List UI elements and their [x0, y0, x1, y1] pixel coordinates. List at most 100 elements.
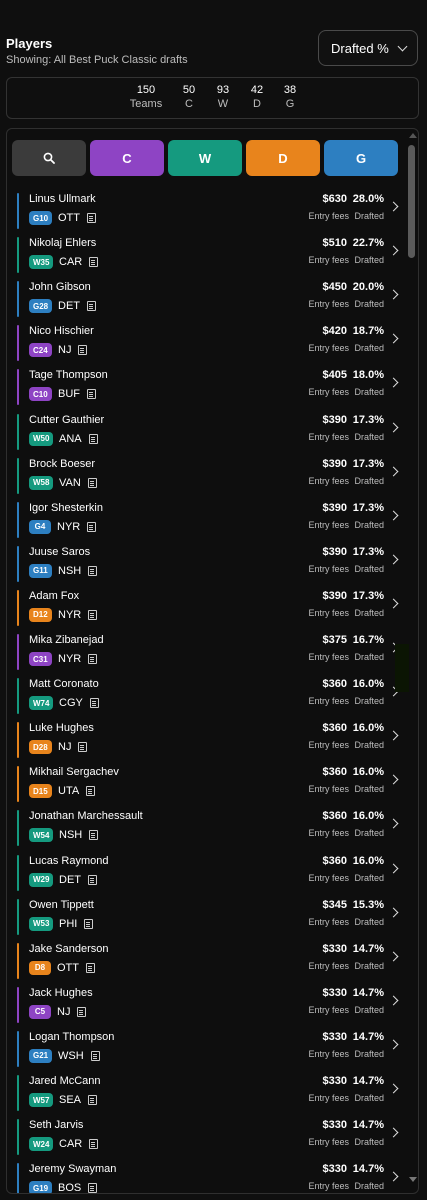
drafted-percent-value: 14.7% [352, 1119, 384, 1132]
entry-fee-value: $420 [322, 325, 347, 338]
player-notes-icon[interactable] [88, 654, 97, 664]
drafted-percent-value: 17.3% [352, 501, 384, 514]
chevron-right-icon[interactable] [388, 951, 399, 962]
chevron-right-icon[interactable] [388, 1171, 399, 1182]
player-name: Adam Fox [29, 589, 80, 602]
player-notes-icon[interactable] [88, 477, 97, 488]
tab-g[interactable]: G [324, 140, 398, 176]
search-icon [43, 152, 55, 164]
player-notes-icon[interactable] [87, 213, 96, 223]
chevron-right-icon[interactable] [388, 598, 399, 609]
player-notes-icon[interactable] [87, 301, 96, 312]
chevron-right-icon[interactable] [388, 1127, 399, 1138]
entry-fees-label: Entry fees [308, 960, 349, 971]
player-notes-icon[interactable] [90, 698, 99, 709]
player-name: Jared McCann [29, 1075, 101, 1087]
player-notes-icon[interactable] [87, 389, 96, 400]
draft-stats: 150 Teams 50 C 93 W 42 D 38 G [6, 77, 419, 119]
player-row[interactable]: Brock Boeser W58 VAN $390 Entry fees 17.3% Dra… [17, 454, 403, 498]
player-row[interactable]: Mikhail Sergachev D15 UTA $360 Entry fees 16.… [17, 762, 403, 806]
scrollbar-thumb[interactable] [408, 145, 415, 258]
drafted-label: Drafted [354, 563, 384, 574]
player-row[interactable]: Seth Jarvis W24 CAR $330 Entry fees 14.7% Draf… [17, 1115, 403, 1159]
chevron-right-icon[interactable] [388, 730, 399, 741]
chevron-right-icon[interactable] [388, 995, 399, 1006]
player-notes-icon[interactable] [78, 742, 87, 753]
chevron-right-icon[interactable] [388, 422, 399, 432]
player-notes-icon[interactable] [91, 1050, 100, 1061]
player-row[interactable]: Jack Hughes C5 NJ $330 Entry fees 14.7% Drafte… [17, 983, 403, 1027]
player-notes-icon[interactable] [88, 874, 97, 885]
tab-d[interactable]: D [246, 140, 320, 176]
player-row[interactable]: John Gibson G28 DET $450 Entry fees 20.0% Draf… [17, 277, 403, 321]
position-color-bar [17, 942, 19, 979]
player-row[interactable]: Juuse Saros G11 NSH $390 Entry fees 17.3% Draf… [17, 542, 403, 586]
player-row[interactable]: Mika Zibanejad C31 NYR $375 Entry fees 16.7% D… [17, 630, 403, 674]
player-row[interactable]: Matt Coronato W74 CGY $360 Entry fees 16.0% Dr… [17, 674, 403, 718]
player-notes-icon[interactable] [89, 830, 98, 841]
chevron-right-icon[interactable] [388, 333, 399, 344]
player-notes-icon[interactable] [77, 1006, 86, 1017]
player-row[interactable]: Tage Thompson C10 BUF $405 Entry fees 18.0% Dr… [17, 365, 403, 409]
position-rank-badge: W54 [29, 828, 54, 843]
player-row[interactable]: Cutter Gauthier W50 ANA $390 Entry fees 17.3%… [17, 410, 403, 454]
drafted-percent-value: 14.7% [352, 1163, 384, 1176]
player-row[interactable]: Igor Shesterkin G4 NYR $390 Entry fees 17.3% D… [17, 498, 403, 542]
player-row[interactable]: Jeremy Swayman G19 BOS $330 Entry fees 14.7% D… [17, 1159, 403, 1193]
drafted-percent-value: 16.0% [352, 810, 384, 823]
chevron-right-icon[interactable] [388, 554, 399, 565]
position-rank-badge: W50 [29, 431, 54, 446]
player-name: Logan Thompson [29, 1030, 115, 1043]
chevron-right-icon[interactable] [388, 818, 399, 829]
chevron-right-icon[interactable] [388, 289, 399, 300]
player-row[interactable]: Owen Tippett W53 PHI $345 Entry fees 15.3% Dra… [17, 895, 403, 939]
chevron-right-icon[interactable] [388, 510, 399, 521]
scroll-up-arrow-icon[interactable] [409, 133, 417, 138]
player-notes-icon[interactable] [88, 1095, 97, 1105]
chevron-right-icon[interactable] [388, 201, 399, 212]
player-notes-icon[interactable] [89, 257, 98, 268]
player-notes-icon[interactable] [86, 786, 95, 797]
sort-dropdown[interactable]: Drafted % [318, 30, 418, 66]
drafted-percent-value: 16.0% [352, 722, 384, 735]
tab-c[interactable]: C [90, 140, 164, 176]
player-row[interactable]: Jake Sanderson D8 OTT $330 Entry fees 14.7% Dr… [17, 939, 403, 983]
chevron-right-icon[interactable] [388, 1083, 399, 1094]
tab-w[interactable]: W [168, 140, 242, 176]
player-row[interactable]: Linus Ullmark G10 OTT $630 Entry fees 28.0% Dr… [17, 189, 403, 233]
player-notes-icon[interactable] [89, 1139, 98, 1150]
position-color-bar [17, 545, 19, 582]
player-notes-icon[interactable] [88, 565, 97, 576]
player-row[interactable]: Lucas Raymond W29 DET $360 Entry fees 16.0% Dr… [17, 851, 403, 895]
player-row[interactable]: Nico Hischier C24 NJ $420 Entry fees 18.7% Dra… [17, 321, 403, 365]
team-abbr: ANA [59, 432, 82, 445]
entry-fee-value: $330 [322, 1030, 347, 1043]
team-abbr: NJ [58, 344, 72, 357]
player-notes-icon[interactable] [88, 609, 97, 620]
page-title: Players [6, 36, 53, 51]
player-notes-icon[interactable] [87, 521, 96, 532]
player-row[interactable]: Jared McCann W57 SEA $330 Entry fees 14.7% Dra… [17, 1071, 403, 1115]
player-row[interactable]: Luke Hughes D28 NJ $360 Entry fees 16.0% Draft… [17, 718, 403, 762]
player-row[interactable]: Jonathan Marchessault W54 NSH $360 Entry fee… [17, 806, 403, 850]
player-notes-icon[interactable] [89, 433, 98, 444]
chevron-right-icon[interactable] [388, 1039, 399, 1050]
drafted-percent-value: 17.3% [352, 545, 384, 558]
team-abbr: NSH [58, 564, 82, 577]
entry-fees-label: Entry fees [308, 828, 349, 839]
tab-search[interactable] [12, 140, 86, 176]
player-row[interactable]: Logan Thompson G21 WSH $330 Entry fees 14.7% D… [17, 1027, 403, 1071]
player-row[interactable]: Nikolaj Ehlers W35 CAR $510 Entry fees 22.7% D… [17, 233, 403, 277]
player-row[interactable]: Adam Fox D12 NYR $390 Entry fees 17.3% Drafted [17, 586, 403, 630]
scroll-down-arrow-icon[interactable] [409, 1177, 417, 1182]
chevron-right-icon[interactable] [388, 377, 399, 388]
player-notes-icon[interactable] [84, 918, 93, 929]
player-notes-icon[interactable] [88, 1183, 97, 1193]
player-notes-icon[interactable] [86, 962, 95, 973]
chevron-right-icon[interactable] [388, 907, 399, 918]
chevron-right-icon[interactable] [388, 863, 399, 873]
chevron-right-icon[interactable] [388, 245, 399, 256]
chevron-right-icon[interactable] [388, 774, 399, 785]
player-notes-icon[interactable] [78, 345, 87, 356]
chevron-right-icon[interactable] [388, 466, 399, 477]
